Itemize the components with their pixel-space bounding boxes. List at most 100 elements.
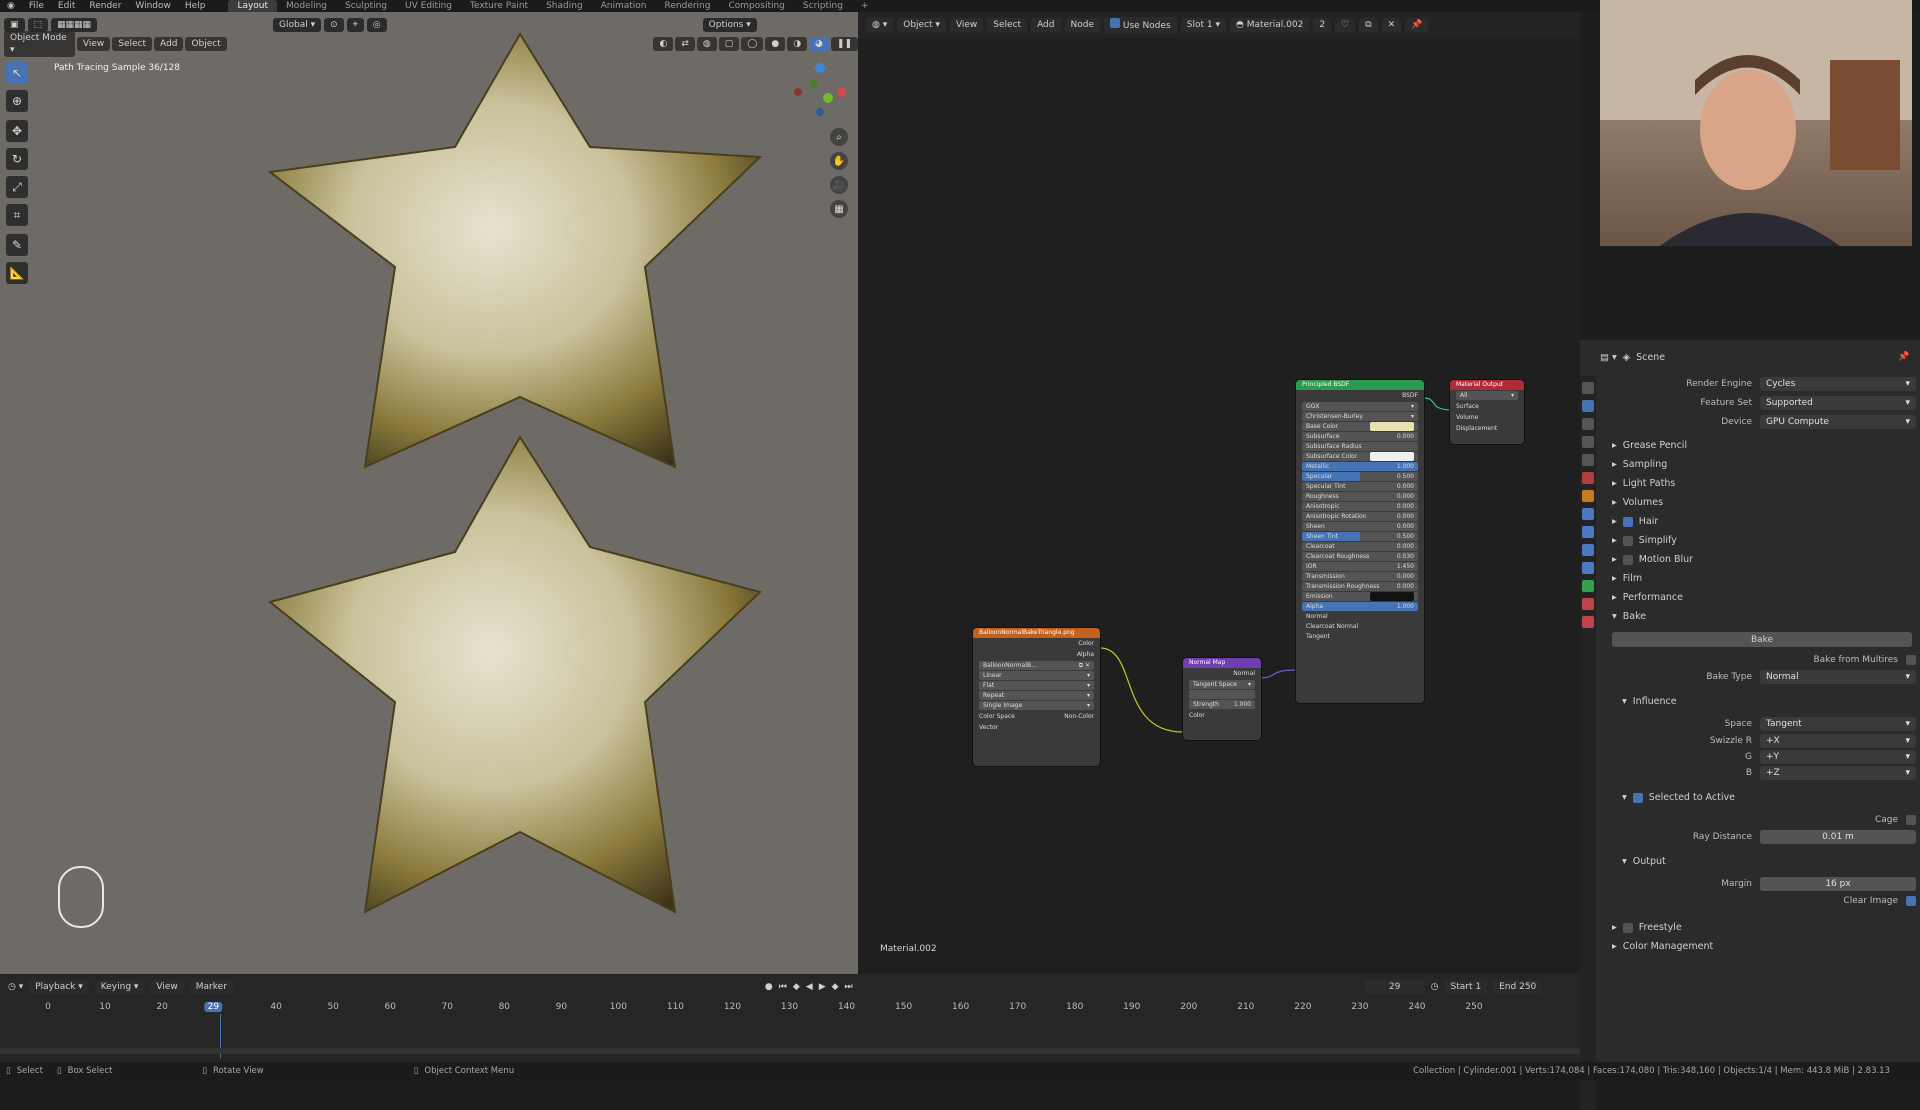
subsurface-method-dropdown[interactable]: Christensen-Burley ▾ xyxy=(1302,412,1418,421)
projection-dropdown[interactable]: Flat ▾ xyxy=(979,681,1094,690)
bsdf-input-metallic[interactable]: Metallic 1.000 xyxy=(1302,462,1418,471)
xray-icon[interactable]: ▢ xyxy=(718,37,740,51)
panel-simplify[interactable]: ▸ Simplify xyxy=(1612,535,1677,546)
shading-wireframe-icon[interactable]: ◯ xyxy=(741,37,764,51)
bsdf-input-specular[interactable]: Specular 0.500 xyxy=(1302,472,1418,481)
bsdf-input-clearcoat-roughness[interactable]: Clearcoat Roughness 0.030 xyxy=(1302,552,1418,561)
material-output-node[interactable]: Material Output All ▾ Surface Volume Disp… xyxy=(1450,380,1524,444)
selected-to-active-checkbox[interactable] xyxy=(1632,792,1643,803)
margin-field[interactable]: 16 px xyxy=(1760,877,1916,891)
transform-orientation-dropdown[interactable]: Global ▾ xyxy=(273,18,322,32)
menu-add[interactable]: Add xyxy=(154,37,184,51)
menu-render[interactable]: Render xyxy=(82,0,128,12)
bsdf-input-base-color[interactable]: Base Color xyxy=(1302,422,1418,431)
image-datablock[interactable]: BalloonNormalB... ⧉ ✕ xyxy=(979,661,1094,670)
jump-end-icon[interactable]: ⏭ xyxy=(845,982,853,992)
tab-compositing[interactable]: Compositing xyxy=(719,0,793,12)
bsdf-input-tangent[interactable]: Tangent xyxy=(1302,632,1418,641)
bsdf-input-sheen-tint[interactable]: Sheen Tint 0.500 xyxy=(1302,532,1418,541)
menu-help[interactable]: Help xyxy=(178,0,213,12)
timeline-view-menu[interactable]: View xyxy=(150,980,184,994)
object-tab-icon[interactable] xyxy=(1582,490,1594,502)
subpanel-selected-to-active[interactable]: ▾ Selected to Active xyxy=(1622,792,1735,803)
zoom-icon[interactable]: ⌕ xyxy=(830,128,848,146)
playback-menu[interactable]: Playback ▾ xyxy=(29,980,89,994)
tab-modeling[interactable]: Modeling xyxy=(277,0,336,12)
panel-sampling[interactable]: ▸ Sampling xyxy=(1612,459,1667,470)
device-dropdown[interactable]: GPU Compute ▾ xyxy=(1760,415,1916,429)
bsdf-input-roughness[interactable]: Roughness 0.000 xyxy=(1302,492,1418,501)
clear-image-checkbox[interactable] xyxy=(1906,896,1916,906)
panel-film[interactable]: ▸ Film xyxy=(1612,573,1642,584)
constraints-tab-icon[interactable] xyxy=(1582,562,1594,574)
bsdf-input-subsurface-radius[interactable]: Subsurface Radius xyxy=(1302,442,1418,451)
cursor-tool-icon[interactable]: ⊕ xyxy=(6,90,28,112)
proportional-edit-icon[interactable]: ◎ xyxy=(366,18,387,32)
gizmo-toggle-icon[interactable]: ⇄ xyxy=(675,37,695,51)
texture-tab-icon[interactable] xyxy=(1582,616,1594,628)
panel-volumes[interactable]: ▸ Volumes xyxy=(1612,497,1663,508)
bsdf-input-subsurface-color[interactable]: Subsurface Color xyxy=(1302,452,1418,461)
normal-space-dropdown[interactable]: Tangent Space ▾ xyxy=(1189,680,1255,689)
menu-object[interactable]: Object xyxy=(185,37,227,51)
menu-select[interactable]: Select xyxy=(112,37,153,51)
source-dropdown[interactable]: Single Image ▾ xyxy=(979,701,1094,710)
extension-dropdown[interactable]: Repeat ▾ xyxy=(979,691,1094,700)
bsdf-input-transmission[interactable]: Transmission 0.000 xyxy=(1302,572,1418,581)
tool-tab-icon[interactable] xyxy=(1582,382,1594,394)
bsdf-input-ior[interactable]: IOR 1.450 xyxy=(1302,562,1418,571)
tab-animation[interactable]: Animation xyxy=(592,0,656,12)
timeline-scrollbar[interactable] xyxy=(0,1048,1580,1054)
bsdf-input-anisotropic[interactable]: Anisotropic 0.000 xyxy=(1302,502,1418,511)
menu-edit[interactable]: Edit xyxy=(51,0,82,12)
cage-checkbox[interactable] xyxy=(1906,815,1916,825)
scene-tab-icon[interactable] xyxy=(1582,454,1594,466)
output-target-dropdown[interactable]: All ▾ xyxy=(1456,391,1518,400)
bsdf-input-normal[interactable]: Normal xyxy=(1302,612,1418,621)
properties-editor-icon[interactable]: ▤ ▾ xyxy=(1600,352,1617,363)
normal-map-node[interactable]: Normal Map Normal Tangent Space ▾ Strengt… xyxy=(1183,658,1261,740)
scale-tool-icon[interactable]: ⤢ xyxy=(6,176,28,198)
ray-distance-field[interactable]: 0.01 m xyxy=(1760,830,1916,844)
record-icon[interactable]: ● xyxy=(765,982,773,992)
play-reverse-icon[interactable]: ◀ xyxy=(806,982,813,992)
swizzle-g-dropdown[interactable]: +Y ▾ xyxy=(1760,750,1916,764)
blender-logo-icon[interactable]: ◉ xyxy=(0,0,22,12)
bsdf-input-anisotropic-rotation[interactable]: Anisotropic Rotation 0.000 xyxy=(1302,512,1418,521)
start-frame-field[interactable]: Start 1 xyxy=(1444,980,1488,994)
bake-button[interactable]: Bake xyxy=(1612,632,1912,647)
menu-file[interactable]: File xyxy=(22,0,51,12)
navigation-gizmo[interactable] xyxy=(790,62,847,118)
tab-scripting[interactable]: Scripting xyxy=(794,0,852,12)
particles-tab-icon[interactable] xyxy=(1582,526,1594,538)
pan-hand-icon[interactable]: ✋ xyxy=(830,152,848,170)
subpanel-output[interactable]: ▾ Output xyxy=(1622,856,1666,867)
simplify-checkbox[interactable] xyxy=(1622,535,1633,546)
image-browse-icon[interactable]: ⧉ ✕ xyxy=(1079,661,1090,670)
annotate-tool-icon[interactable]: ✎ xyxy=(6,234,28,256)
subpanel-influence[interactable]: ▾ Influence xyxy=(1622,696,1677,707)
add-workspace-icon[interactable]: + xyxy=(852,0,878,12)
menu-window[interactable]: Window xyxy=(128,0,178,12)
view-layer-tab-icon[interactable] xyxy=(1582,436,1594,448)
visibility-icon[interactable]: ◐ xyxy=(653,37,674,51)
motion-blur-checkbox[interactable] xyxy=(1622,554,1633,565)
panel-bake[interactable]: ▾ Bake xyxy=(1612,611,1646,622)
panel-light-paths[interactable]: ▸ Light Paths xyxy=(1612,478,1675,489)
principled-bsdf-node[interactable]: Principled BSDF BSDF GGX ▾ Christensen-Bu… xyxy=(1296,380,1424,703)
bsdf-input-transmission-roughness[interactable]: Transmission Roughness 0.000 xyxy=(1302,582,1418,591)
swizzle-b-dropdown[interactable]: +Z ▾ xyxy=(1760,766,1916,780)
panel-hair[interactable]: ▸ Hair xyxy=(1612,516,1658,527)
move-tool-icon[interactable]: ✥ xyxy=(6,120,28,142)
editor-type-icon[interactable]: ▣ xyxy=(4,18,25,32)
tab-shading[interactable]: Shading xyxy=(537,0,592,12)
pin-properties-icon[interactable]: 📌 xyxy=(1898,352,1909,362)
color-space-row[interactable]: Color Space Non-Color xyxy=(973,711,1100,722)
image-texture-node[interactable]: BalloonNormalBakeTriangle.png Color Alph… xyxy=(973,628,1100,766)
overlay-toggle-icon[interactable]: ◍ xyxy=(696,37,717,51)
freestyle-checkbox[interactable] xyxy=(1622,922,1633,933)
tab-sculpting[interactable]: Sculpting xyxy=(336,0,396,12)
panel-motion-blur[interactable]: ▸ Motion Blur xyxy=(1612,554,1693,565)
bake-from-multires-checkbox[interactable] xyxy=(1906,655,1916,665)
keying-menu[interactable]: Keying ▾ xyxy=(94,980,145,994)
